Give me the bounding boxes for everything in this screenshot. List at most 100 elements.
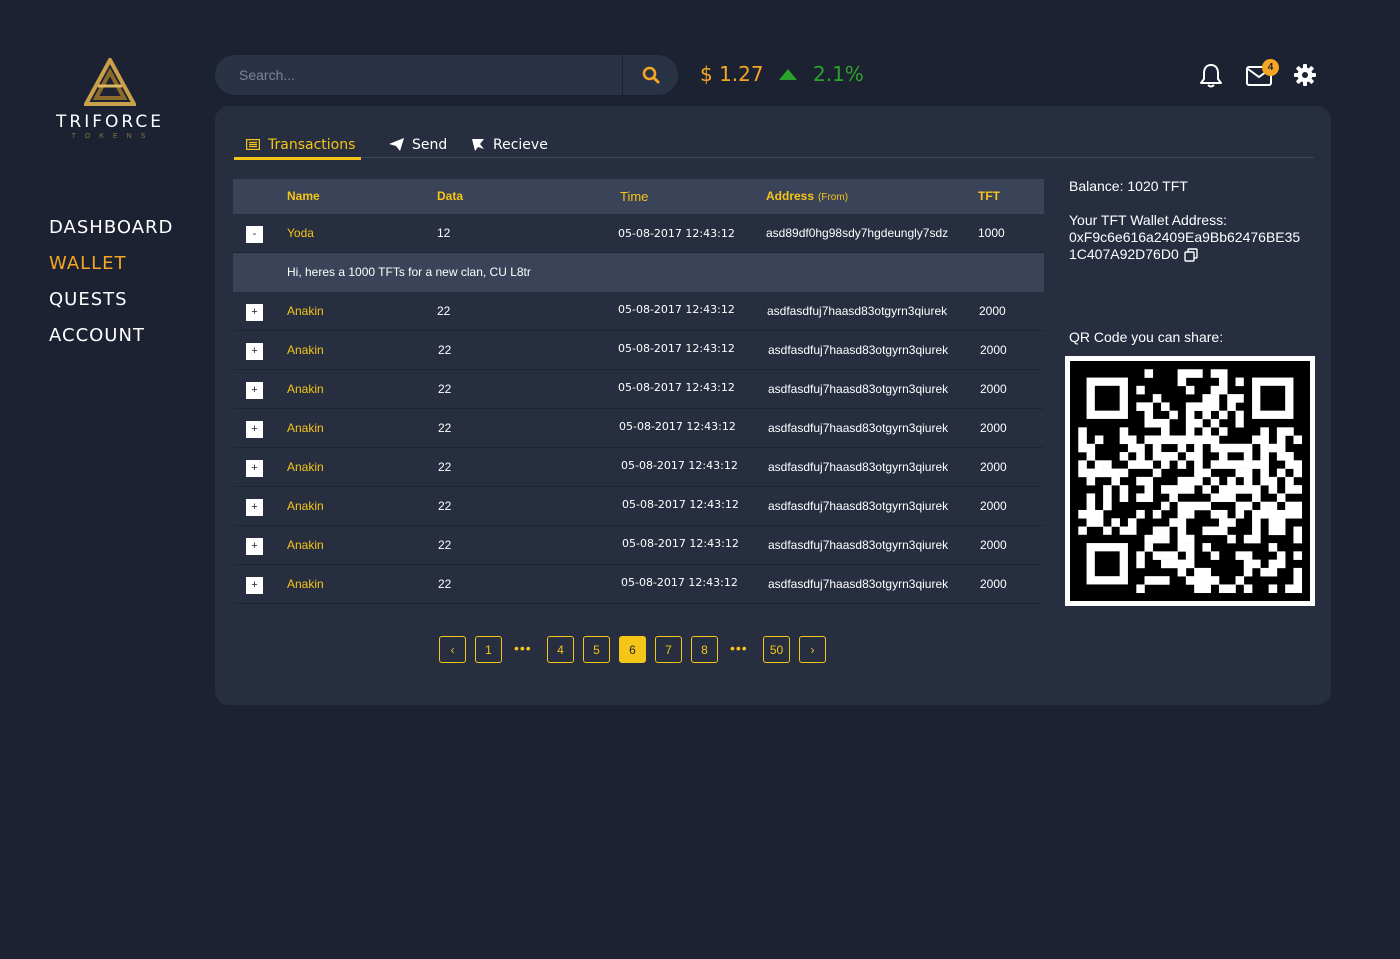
table-row[interactable]: + Anakin 22 05-08-2017 12:43:12 asdfasdf… <box>233 409 1044 448</box>
row-data: 22 <box>438 343 452 357</box>
wallet-address-line2: 1C407A92D76D0 <box>1069 246 1179 262</box>
row-name[interactable]: Anakin <box>287 331 324 370</box>
row-address: asdfasdfuj7haasd83otgyrn3qiurek <box>768 460 949 474</box>
row-name[interactable]: Anakin <box>287 409 324 448</box>
row-time: 05-08-2017 12:43:12 <box>621 459 738 472</box>
row-time: 05-08-2017 12:43:12 <box>618 342 735 355</box>
row-tft: 2000 <box>980 499 1007 513</box>
tab-send[interactable]: Send <box>389 131 447 158</box>
qr-code-image <box>1070 361 1310 601</box>
row-message-text: Hi, heres a 1000 TFTs for a new clan, CU… <box>287 265 531 279</box>
tab-receive-label: Recieve <box>493 136 548 153</box>
header-data[interactable]: Data <box>437 179 463 214</box>
row-time: 05-08-2017 12:43:12 <box>622 537 739 550</box>
search-icon <box>642 66 659 84</box>
expand-row-button[interactable]: + <box>246 304 263 321</box>
tab-transactions[interactable]: Transactions <box>234 131 361 160</box>
tab-send-label: Send <box>412 136 448 153</box>
prev-page-button[interactable]: ‹ <box>439 636 466 663</box>
table-row[interactable]: + Anakin 22 05-08-2017 12:43:12 asdfasdf… <box>233 292 1044 331</box>
page-button-7[interactable]: 7 <box>655 636 682 663</box>
receive-icon <box>472 138 484 151</box>
table-row[interactable]: - Yoda 12 05-08-2017 12:43:12 asd89df0hg… <box>233 214 1044 253</box>
page-button-50[interactable]: 50 <box>763 636 790 663</box>
table-row[interactable]: + Anakin 22 05-08-2017 12:43:12 asdfasdf… <box>233 565 1044 604</box>
copy-icon[interactable] <box>1184 247 1198 262</box>
page-button-5[interactable]: 5 <box>583 636 610 663</box>
table-row[interactable]: + Anakin 22 05-08-2017 12:43:12 asdfasdf… <box>233 448 1044 487</box>
row-address: asdfasdfuj7haasd83otgyrn3qiurek <box>768 538 949 552</box>
row-data: 12 <box>437 226 451 240</box>
row-address: asd89df0hg98sdy7hgdeungly7sdz <box>766 226 949 240</box>
row-tft: 1000 <box>978 226 1005 240</box>
wallet-address-line1: 0xF9c6e616a2409Ea9Bb62476BE35 <box>1069 229 1301 245</box>
header-address[interactable]: Address (From) <box>766 179 848 215</box>
row-time: 05-08-2017 12:43:12 <box>619 420 736 433</box>
search-input[interactable] <box>215 55 622 95</box>
bell-icon <box>1200 64 1222 88</box>
gear-icon <box>1294 64 1316 86</box>
row-name[interactable]: Anakin <box>287 565 324 604</box>
expand-row-button[interactable]: + <box>246 460 263 477</box>
header-name[interactable]: Name <box>287 179 320 214</box>
wallet-address-label: Your TFT Wallet Address: <box>1069 212 1227 228</box>
page-button-1[interactable]: 1 <box>475 636 502 663</box>
row-name[interactable]: Yoda <box>287 214 314 253</box>
brand-name: TRIFORCE <box>56 112 164 132</box>
table-row[interactable]: + Anakin 22 05-08-2017 12:43:12 asdfasdf… <box>233 370 1044 409</box>
expand-row-button[interactable]: + <box>246 343 263 360</box>
collapse-row-button[interactable]: - <box>246 226 263 243</box>
table-row[interactable]: + Anakin 22 05-08-2017 12:43:12 asdfasdf… <box>233 487 1044 526</box>
qr-code-label: QR Code you can share: <box>1069 329 1224 345</box>
list-icon <box>246 139 260 150</box>
header-tft[interactable]: TFT <box>978 179 1000 214</box>
header-address-note: (From) <box>818 192 849 203</box>
settings-button[interactable] <box>1294 64 1316 91</box>
wallet-tabs: Transactions Send Recieve <box>234 131 1314 160</box>
row-tft: 2000 <box>980 421 1007 435</box>
table-header: Name Data Time Address (From) TFT <box>233 179 1044 214</box>
expand-row-button[interactable]: + <box>246 499 263 516</box>
next-page-button[interactable]: › <box>799 636 826 663</box>
row-time: 05-08-2017 12:43:12 <box>618 303 735 316</box>
row-data: 22 <box>438 460 452 474</box>
expand-row-button[interactable]: + <box>246 538 263 555</box>
page-button-6[interactable]: 6 <box>619 636 646 663</box>
paper-plane-icon <box>389 138 404 151</box>
page-button-8[interactable]: 8 <box>691 636 718 663</box>
header-time[interactable]: Time <box>620 179 648 214</box>
wallet-panel: Transactions Send Recieve Name Data Time… <box>215 106 1331 705</box>
expand-row-button[interactable]: + <box>246 577 263 594</box>
row-address: asdfasdfuj7haasd83otgyrn3qiurek <box>768 343 949 357</box>
row-name[interactable]: Anakin <box>287 487 324 526</box>
brand-logo[interactable]: TRIFORCE TOKENS <box>48 58 172 150</box>
nav-item-wallet[interactable]: WALLET <box>49 246 173 282</box>
row-tft: 2000 <box>980 382 1007 396</box>
row-name[interactable]: Anakin <box>287 448 324 487</box>
price-change: 2.1% <box>813 62 864 86</box>
search-bar <box>215 55 678 95</box>
row-name[interactable]: Anakin <box>287 370 324 409</box>
expand-row-button[interactable]: + <box>246 382 263 399</box>
expand-row-button[interactable]: + <box>246 421 263 438</box>
pagination-ellipsis: ••• <box>730 640 748 656</box>
tab-receive[interactable]: Recieve <box>471 131 548 158</box>
table-row[interactable]: + Anakin 22 05-08-2017 12:43:12 asdfasdf… <box>233 331 1044 370</box>
header-address-label: Address <box>766 189 815 203</box>
search-button[interactable] <box>623 55 678 95</box>
nav-item-quests[interactable]: QUESTS <box>49 282 173 318</box>
sidebar-nav: DASHBOARD WALLET QUESTS ACCOUNT <box>49 210 173 354</box>
page-button-4[interactable]: 4 <box>547 636 574 663</box>
nav-item-dashboard[interactable]: DASHBOARD <box>49 210 173 246</box>
triforce-logo-icon <box>84 58 136 106</box>
notifications-button[interactable] <box>1199 63 1223 94</box>
row-data: 22 <box>437 304 451 318</box>
row-address: asdfasdfuj7haasd83otgyrn3qiurek <box>768 499 949 513</box>
table-row[interactable]: + Anakin 22 05-08-2017 12:43:12 asdfasdf… <box>233 526 1044 565</box>
row-name[interactable]: Anakin <box>287 292 324 331</box>
row-data: 22 <box>438 538 452 552</box>
nav-item-account[interactable]: ACCOUNT <box>49 318 173 354</box>
brand-subtitle: TOKENS <box>71 133 155 140</box>
row-data: 22 <box>438 421 452 435</box>
row-name[interactable]: Anakin <box>287 526 324 565</box>
